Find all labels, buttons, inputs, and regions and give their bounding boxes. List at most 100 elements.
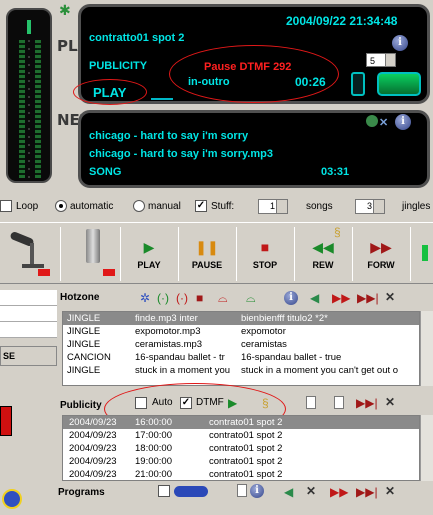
clipboard-icon[interactable] [306,396,316,409]
play-button[interactable]: ▶ PLAY [120,223,178,283]
repeat-spinner[interactable]: 5 [366,53,396,67]
settings-gear-icon[interactable]: ✱ [59,2,71,19]
hotzone-title: Hotzone [60,292,100,303]
item-title: contrato01 spot 2 [209,456,283,467]
pause-icon: ❚❚ [195,239,219,255]
cue-handle-icon[interactable] [351,72,365,96]
left-alert-block [0,406,12,436]
publicity-delete-icon[interactable]: ✕ [385,395,395,409]
next-track-panel: ✕ i chicago - hard to say i'm sorry chic… [78,110,430,188]
list-item[interactable]: 2004/09/23 21:00:00 contrato01 spot 2 [63,468,419,480]
current-datetime: 2004/09/22 21:34:48 [286,14,398,28]
output-level-icon[interactable] [377,72,421,96]
programs-volume-icon[interactable]: ◀ [284,485,293,499]
bell-red-icon[interactable]: ⌓ [218,291,228,305]
list-item[interactable]: JINGLE expomotor.mp3 expomotor [63,325,419,338]
item-type: CANCION [67,352,111,363]
list-item[interactable]: 2004/09/23 17:00:00 contrato01 spot 2 [63,429,419,442]
item-title: 16-spandau ballet - true [241,352,342,363]
next-side-label: NEXT [57,112,102,129]
programs-title: Programs [58,487,105,498]
hotzone-info-icon[interactable]: i [284,291,298,305]
hotzone-list[interactable]: JINGLE finde.mp3 inter bienbienfff titul… [62,311,420,386]
vu-bar-right [35,40,41,178]
left-list-row[interactable] [0,290,57,306]
list-item[interactable]: JINGLE ceramistas.mp3 ceramistas [63,338,419,351]
now-playing-category: PUBLICITY [89,60,148,72]
programs-checkbox[interactable] [158,485,170,497]
item-date: 2004/09/23 [69,443,117,454]
programs-close-icon[interactable]: ✕ [385,484,395,498]
list-item[interactable]: 2004/09/23 19:00:00 contrato01 spot 2 [63,455,419,468]
songs-spinner[interactable]: 1 [258,199,288,214]
jingles-spinner[interactable]: 3 [355,199,385,214]
pause-button-label: PAUSE [191,260,223,270]
next-file: chicago - hard to say i'm sorry.mp3 [89,148,273,160]
left-panel-button[interactable]: SE [0,346,57,366]
list-item[interactable]: CANCION 16-spandau ballet - tr 16-spanda… [63,351,419,364]
refresh-icon[interactable]: (·) [157,291,169,305]
item-title: contrato01 spot 2 [209,430,283,441]
stop-button[interactable]: ■ STOP [236,223,294,283]
programs-skip-icon[interactable]: ▶▶| [356,485,378,499]
list-item[interactable]: JINGLE finde.mp3 inter bienbienfff titul… [63,312,419,325]
loop-checkbox[interactable] [0,200,12,212]
item-title: stuck in a moment you can't get out o [241,365,399,376]
item-file: 16-spandau ballet - tr [135,352,225,363]
next-icon[interactable]: ▶▶ [332,291,350,305]
phone-icon[interactable] [86,229,100,263]
separator [60,227,61,281]
left-list-row[interactable] [0,322,57,338]
automatic-radio[interactable] [55,200,67,212]
item-time: 19:00:00 [135,456,172,467]
stuff-label: Stuff: [211,201,235,212]
settings-icon[interactable]: ✲ [140,291,150,305]
disk-icon[interactable] [2,489,22,509]
list-item[interactable]: 2004/09/23 18:00:00 contrato01 spot 2 [63,442,419,455]
pause-button[interactable]: ❚❚ PAUSE [178,223,236,283]
bell-green-icon[interactable]: ⌓ [246,291,256,305]
item-title: contrato01 spot 2 [209,417,283,428]
item-time: 17:00:00 [135,430,172,441]
phone-indicator [103,269,115,276]
progress-line [151,98,173,100]
close-next-icon[interactable]: ✕ [379,116,388,129]
list-item[interactable]: JINGLE stuck in a moment you stuck in a … [63,364,419,377]
stuff-checkbox[interactable]: ✓ [195,200,207,212]
forward-button[interactable]: ▶▶ FORW [352,223,410,283]
publicity-scrollbar[interactable] [420,415,433,481]
microphone-icon[interactable] [4,230,54,271]
transport-bar: ▶ PLAY ❚❚ PAUSE ■ STOP § ◀◀ REW ▶▶ FORW [0,222,433,284]
left-list-row[interactable] [0,306,57,322]
item-type: JINGLE [67,326,101,337]
publicity-list[interactable]: 2004/09/23 16:00:00 contrato01 spot 2 20… [62,415,420,481]
manual-radio[interactable] [133,200,145,212]
volume-icon[interactable]: ◀ [310,291,319,305]
loop-icon[interactable]: (·) [176,291,188,305]
rewind-button[interactable]: § ◀◀ REW [294,223,352,283]
programs-info-icon[interactable]: i [250,484,264,498]
songs-label: songs [306,201,333,212]
skip-end-icon[interactable]: ▶▶| [357,291,379,305]
item-file: ceramistas.mp3 [135,339,203,350]
info-icon[interactable]: i [392,35,408,51]
now-playing-panel: contratto01 spot 2 2004/09/22 21:34:48 i… [73,4,430,105]
stop-square-icon[interactable]: ■ [196,291,203,305]
next-info-icon[interactable]: i [395,114,411,130]
programs-clipboard-icon[interactable] [237,484,247,497]
speaker-icon[interactable] [366,115,378,127]
link-chain-icon[interactable] [174,486,208,497]
item-time: 21:00:00 [135,469,172,480]
item-time: 18:00:00 [135,443,172,454]
list-item[interactable]: 2004/09/23 16:00:00 contrato01 spot 2 [63,416,419,429]
delete-icon[interactable]: ✕ [385,290,395,304]
item-type: JINGLE [67,339,101,350]
hotzone-scrollbar[interactable] [420,311,433,386]
programs-next-icon[interactable]: ▶▶ [330,485,348,499]
item-title: bienbienfff titulo2 *2* [241,313,328,324]
item-title: contrato01 spot 2 [209,469,283,480]
clipboard-paste-icon[interactable] [334,396,344,409]
item-date: 2004/09/23 [69,469,117,480]
publicity-skip-icon[interactable]: ▶▶| [356,396,378,410]
programs-delete-icon[interactable]: ✕ [306,484,316,498]
